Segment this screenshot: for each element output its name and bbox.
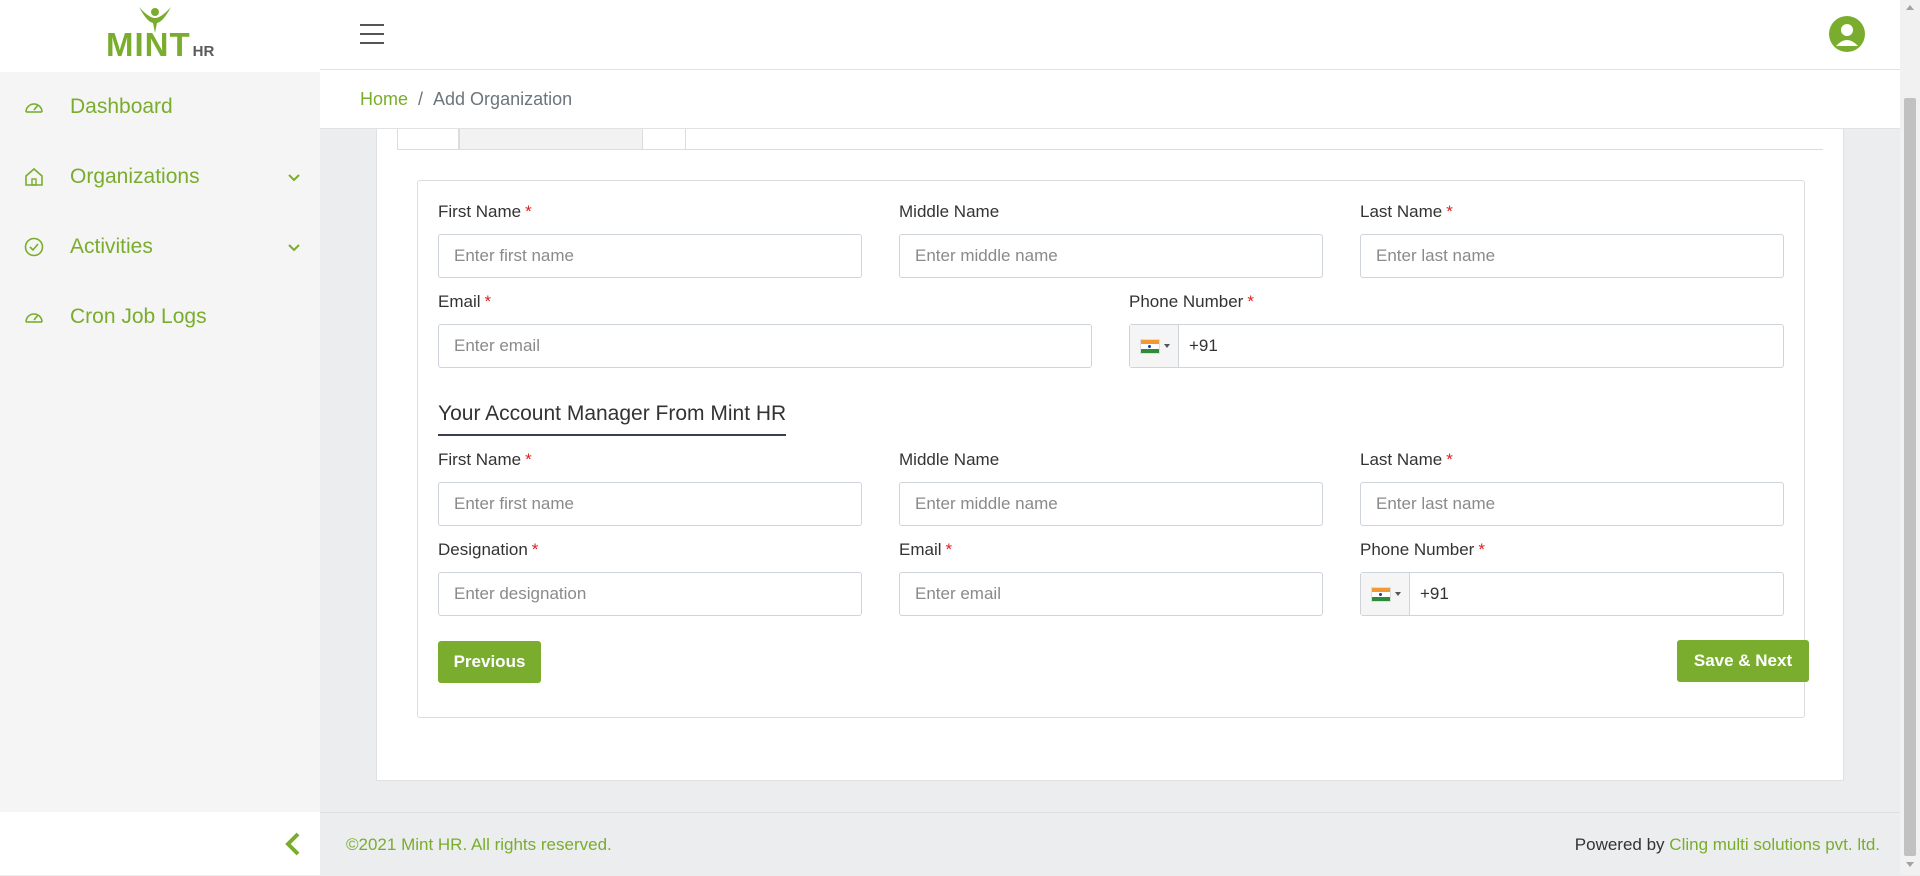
manager-email-field: Email * bbox=[899, 540, 1323, 616]
sidebar: MINT HR Dashboard Organizations Activiti… bbox=[0, 0, 320, 875]
manager-first-name-field: First Name * bbox=[438, 450, 862, 526]
page-scrollbar[interactable] bbox=[1900, 0, 1920, 875]
phone-input-group bbox=[1360, 572, 1784, 616]
topbar bbox=[320, 0, 1900, 70]
footer: ©2021 Mint HR. All rights reserved. Powe… bbox=[320, 812, 1900, 876]
breadcrumb: Home / Add Organization bbox=[360, 89, 572, 110]
scrollbar-thumb[interactable] bbox=[1904, 98, 1916, 856]
country-code-dropdown[interactable] bbox=[1130, 325, 1179, 367]
field-label: Phone Number * bbox=[1360, 540, 1485, 559]
field-label: Email * bbox=[438, 292, 492, 311]
caret-down-icon bbox=[1164, 344, 1170, 348]
scroll-down-arrow-icon[interactable] bbox=[1906, 862, 1914, 867]
section-title: Your Account Manager From Mint HR bbox=[438, 402, 787, 436]
logo-sub: HR bbox=[192, 43, 215, 60]
manager-phone-input[interactable] bbox=[1410, 574, 1783, 614]
contact-phone-input[interactable] bbox=[1179, 326, 1783, 366]
sidebar-item-label: Cron Job Logs bbox=[70, 305, 207, 328]
sidebar-item-label: Activities bbox=[70, 235, 153, 258]
contact-first-name-field: First Name * bbox=[438, 202, 862, 278]
main-card: Contact Person First Name* Middle Name L… bbox=[376, 105, 1844, 781]
check-circle-icon bbox=[24, 237, 44, 257]
chevron-left-icon[interactable] bbox=[280, 830, 306, 858]
country-code-dropdown[interactable] bbox=[1361, 573, 1410, 615]
copyright-text: ©2021 Mint HR. All rights reserved. bbox=[346, 835, 612, 854]
field-label: First Name * bbox=[438, 450, 532, 469]
user-avatar-icon[interactable] bbox=[1828, 15, 1866, 53]
field-label: Last Name * bbox=[1360, 450, 1453, 469]
hamburger-menu-icon[interactable] bbox=[360, 24, 384, 44]
contact-email-field: Email * bbox=[438, 292, 1092, 368]
field-label: Middle Name bbox=[899, 202, 1000, 221]
previous-button[interactable]: Previous bbox=[438, 641, 541, 683]
manager-last-name-input[interactable] bbox=[1360, 482, 1784, 526]
gauge-icon bbox=[25, 313, 43, 323]
india-flag-icon bbox=[1140, 339, 1160, 354]
sidebar-item-label: Organizations bbox=[70, 165, 200, 188]
breadcrumb-home-link[interactable]: Home bbox=[360, 89, 408, 109]
sidebar-item-dashboard[interactable]: Dashboard bbox=[0, 72, 320, 142]
logo-text: MINT HR bbox=[106, 26, 215, 63]
sidebar-footer bbox=[0, 812, 320, 875]
contact-last-name-field: Last Name * bbox=[1360, 202, 1784, 278]
contact-last-name-input[interactable] bbox=[1360, 234, 1784, 278]
field-label: Phone Number * bbox=[1129, 292, 1254, 311]
logo[interactable]: MINT HR bbox=[0, 0, 320, 72]
breadcrumb-separator: / bbox=[418, 89, 424, 109]
caret-down-icon bbox=[1395, 592, 1401, 596]
manager-first-name-input[interactable] bbox=[438, 482, 862, 526]
sidebar-nav: Dashboard Organizations Activities Cron … bbox=[0, 72, 320, 352]
manager-last-name-field: Last Name * bbox=[1360, 450, 1784, 526]
powered-by-link[interactable]: Cling multi solutions pvt. ltd. bbox=[1669, 835, 1880, 854]
manager-middle-name-field: Middle Name bbox=[899, 450, 1323, 526]
sidebar-item-organizations[interactable]: Organizations bbox=[0, 142, 320, 212]
india-flag-icon bbox=[1371, 587, 1391, 602]
sidebar-item-activities[interactable]: Activities bbox=[0, 212, 320, 282]
scroll-up-arrow-icon[interactable] bbox=[1906, 5, 1914, 10]
sidebar-item-cron-job-logs[interactable]: Cron Job Logs bbox=[0, 282, 320, 352]
contact-middle-name-input[interactable] bbox=[899, 234, 1323, 278]
home-icon bbox=[25, 167, 43, 186]
sidebar-item-label: Dashboard bbox=[70, 95, 173, 118]
breadcrumb-bar: Home / Add Organization bbox=[320, 70, 1900, 129]
contact-phone-field: Phone Number * bbox=[1129, 292, 1784, 368]
contact-first-name-input[interactable] bbox=[438, 234, 862, 278]
manager-phone-field: Phone Number * bbox=[1360, 540, 1784, 616]
field-label: Designation * bbox=[438, 540, 539, 559]
field-label: Email * bbox=[899, 540, 953, 559]
powered-by: Powered by Cling multi solutions pvt. lt… bbox=[1575, 835, 1880, 855]
gauge-icon bbox=[25, 103, 43, 113]
chevron-down-icon[interactable] bbox=[286, 239, 302, 255]
save-next-button[interactable]: Save & Next bbox=[1677, 640, 1809, 682]
contact-form: First Name* Middle Name Last Name* Email… bbox=[417, 180, 1809, 718]
field-label: First Name * bbox=[438, 202, 532, 221]
contact-email-input[interactable] bbox=[438, 324, 1092, 368]
powered-by-prefix: Powered by bbox=[1574, 835, 1665, 854]
manager-email-input[interactable] bbox=[899, 572, 1323, 616]
field-label: Last Name * bbox=[1360, 202, 1453, 221]
manager-designation-field: Designation * bbox=[438, 540, 862, 616]
manager-designation-input[interactable] bbox=[438, 572, 862, 616]
tabs-bar: Contact Person bbox=[397, 105, 1823, 150]
manager-middle-name-input[interactable] bbox=[899, 482, 1323, 526]
field-label: Middle Name bbox=[899, 450, 1000, 469]
chevron-down-icon[interactable] bbox=[286, 169, 302, 185]
contact-middle-name-field: Middle Name bbox=[899, 202, 1323, 278]
phone-input-group bbox=[1129, 324, 1784, 368]
breadcrumb-current: Add Organization bbox=[433, 89, 573, 109]
